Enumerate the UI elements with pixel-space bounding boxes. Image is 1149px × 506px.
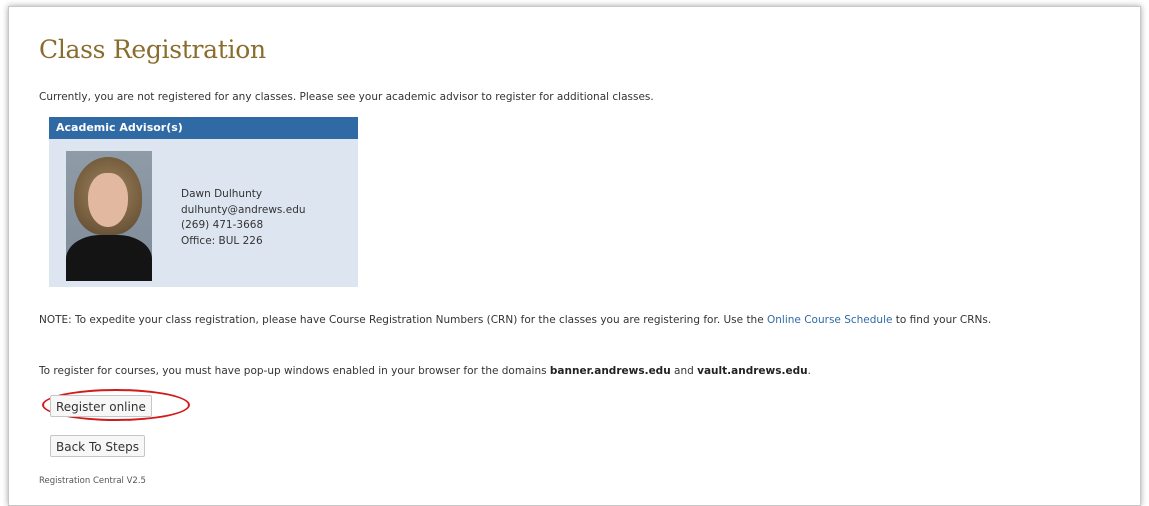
register-online-button[interactable]: Register online — [50, 395, 152, 417]
intro-text: Currently, you are not registered for an… — [39, 91, 654, 103]
version-footer: Registration Central V2.5 — [39, 476, 146, 486]
advisor-email: dulhunty@andrews.edu — [181, 203, 306, 216]
advisor-info: Dawn Dulhunty dulhunty@andrews.edu (269)… — [181, 187, 306, 249]
popup-note-text-after: . — [807, 365, 811, 377]
domain-banner: banner.andrews.edu — [549, 365, 671, 377]
domain-vault: vault.andrews.edu — [697, 365, 808, 377]
advisor-name: Dawn Dulhunty — [181, 188, 263, 200]
popup-note-text-middle: and — [670, 365, 698, 377]
advisor-panel: Academic Advisor(s) Dawn Dulhunty dulhun… — [49, 117, 358, 287]
crn-note: NOTE: To expedite your class registratio… — [39, 312, 1119, 328]
advisor-photo — [66, 151, 152, 281]
popup-note: To register for courses, you must have p… — [39, 365, 811, 377]
advisor-office: Office: BUL 226 — [181, 234, 263, 247]
online-course-schedule-link[interactable]: Online Course Schedule — [767, 314, 892, 326]
page-frame: Class Registration Currently, you are no… — [8, 6, 1141, 506]
advisor-phone: (269) 471-3668 — [181, 219, 264, 231]
crn-note-text-before: NOTE: To expedite your class registratio… — [39, 314, 768, 326]
advisor-panel-header: Academic Advisor(s) — [49, 117, 358, 139]
crn-note-text-after: to find your CRNs. — [892, 314, 992, 326]
back-to-steps-button[interactable]: Back To Steps — [50, 435, 145, 457]
popup-note-text-before: To register for courses, you must have p… — [39, 365, 550, 377]
page-title: Class Registration — [39, 35, 266, 64]
